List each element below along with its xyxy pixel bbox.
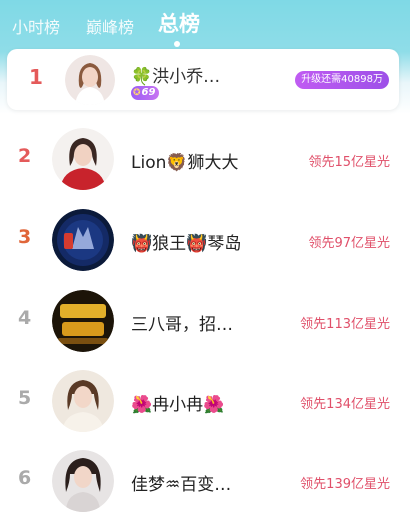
avatar[interactable] [65,55,115,105]
rank-number: 5 [18,387,32,409]
user-name: 🌺冉小冉🌺 [131,395,225,415]
list-item[interactable]: 3 👹狼王👹琴岛 领先97亿星光 [0,199,410,279]
rank-number: 2 [18,145,32,167]
rank-number: 6 [18,467,32,489]
rank-number: 4 [18,307,32,329]
level-star-icon: ✪ [133,88,141,98]
lead-amount: 领先97亿星光 [308,236,390,251]
avatar[interactable] [52,290,114,352]
user-name: 三八哥，招… [131,315,233,335]
lead-amount: 领先15亿星光 [308,155,390,170]
list-item[interactable]: 5 🌺冉小冉🌺 领先134亿星光 [0,360,410,440]
user-name: Lion🦁狮大大 [131,153,239,173]
lead-amount: 领先113亿星光 [300,317,390,332]
level-badge: ✪69 [131,86,160,100]
avatar[interactable] [52,370,114,432]
upgrade-requirement: 升级还需40898万 [295,71,389,89]
tab-hourly[interactable]: 小时榜 [12,14,60,38]
tab-peak[interactable]: 巅峰榜 [86,14,134,38]
rank-number: 1 [29,65,43,89]
lead-amount: 领先134亿星光 [300,397,390,412]
user-name: 佳梦♒百变… [131,475,232,495]
user-name: 🍀洪小乔… [131,67,221,87]
avatar[interactable] [52,209,114,271]
user-name: 👹狼王👹琴岛 [131,234,242,254]
list-item[interactable]: 6 佳梦♒百变… 领先139亿星光 [0,440,410,518]
list-item[interactable]: 4 三八哥，招… 领先113亿星光 [0,280,410,360]
list-item[interactable]: 2 Lion🦁狮大大 领先15亿星光 [0,118,410,198]
avatar[interactable] [52,128,114,190]
tab-total[interactable]: 总榜 [158,8,200,38]
active-tab-indicator [174,41,180,47]
avatar[interactable] [52,450,114,512]
rank-number: 3 [18,226,32,248]
lead-amount: 领先139亿星光 [300,477,390,492]
current-user-card[interactable]: 1 🍀洪小乔… ✪69 升级还需40898万 [7,49,399,110]
level-value: 69 [141,87,156,98]
ranking-tabs: 小时榜 巅峰榜 总榜 [0,8,410,47]
